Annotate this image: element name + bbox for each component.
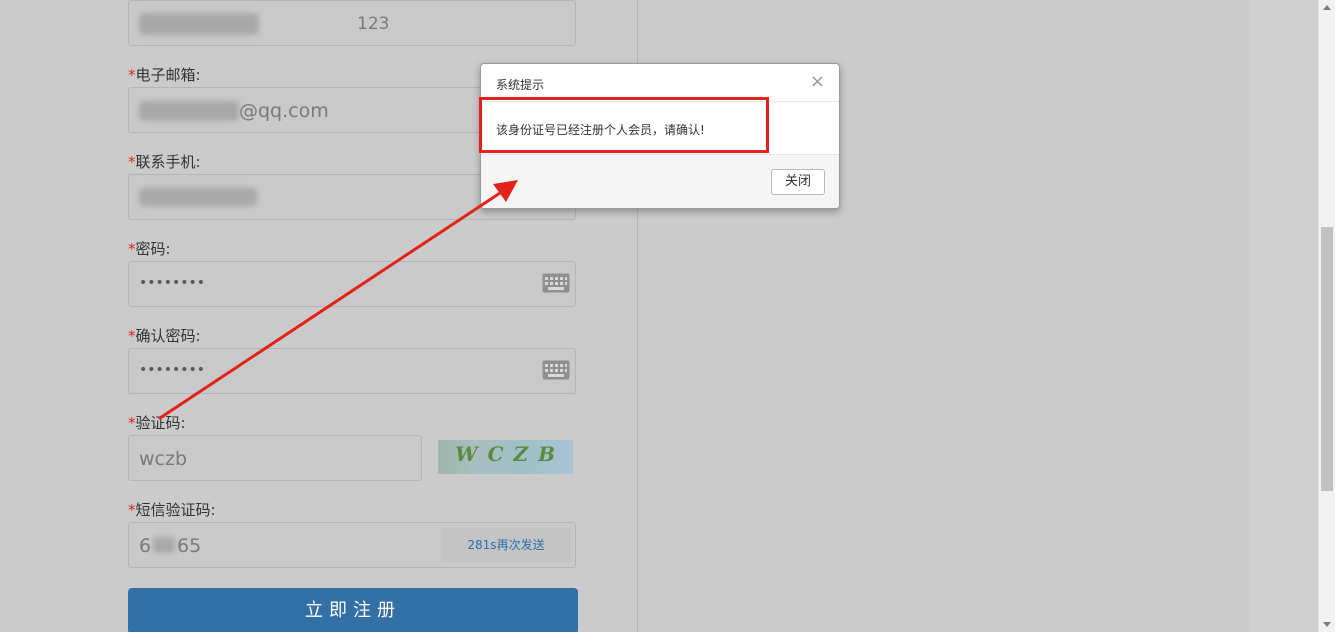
page-margin [1250, 0, 1318, 632]
dialog-title: 系统提示 [496, 78, 545, 92]
captcha-image-text: WCZB [455, 442, 565, 466]
username-input[interactable]: 123 [128, 0, 576, 46]
redacted-region [139, 101, 239, 121]
keyboard-icon[interactable] [542, 273, 570, 293]
sms-value-suffix: 65 [177, 535, 202, 557]
confirm-password-input[interactable]: •••••••• [128, 348, 576, 394]
resend-sms-button[interactable]: 281s再次发送 [441, 528, 571, 562]
confirm-password-value: •••••••• [139, 362, 206, 378]
confirm-password-label: *确认密码: [128, 327, 201, 345]
dialog-close-button[interactable]: 关闭 [771, 169, 825, 195]
phone-label: *联系手机: [128, 153, 201, 171]
close-icon[interactable]: × [810, 73, 825, 91]
captcha-input[interactable]: wczb [128, 435, 422, 481]
password-input[interactable]: •••••••• [128, 261, 576, 307]
sms-label: *短信验证码: [128, 501, 216, 519]
keyboard-icon[interactable] [542, 360, 570, 380]
captcha-value: wczb [139, 448, 188, 470]
scroll-up-arrow-icon[interactable] [1323, 5, 1331, 10]
page-scrollbar[interactable] [1318, 0, 1335, 632]
captcha-label: *验证码: [128, 414, 186, 432]
redacted-region [139, 188, 257, 206]
captcha-image[interactable]: WCZB [438, 440, 573, 474]
dialog-body: 该身份证号已经注册个人会员，请确认! [481, 102, 839, 154]
sms-value-prefix: 6 [139, 535, 152, 557]
email-value: @qq.com [239, 100, 329, 122]
dialog-header: 系统提示 × [481, 64, 839, 102]
email-label: *电子邮箱: [128, 66, 201, 84]
redacted-region [139, 13, 259, 35]
dialog-footer: 关闭 [481, 154, 839, 208]
register-submit-button[interactable]: 立即注册 [128, 588, 578, 632]
system-alert-dialog: 系统提示 × 该身份证号已经注册个人会员，请确认! 关闭 [480, 63, 840, 209]
scroll-down-arrow-icon[interactable] [1323, 622, 1331, 627]
redacted-region [153, 537, 175, 553]
password-label: *密码: [128, 240, 171, 258]
password-value: •••••••• [139, 275, 206, 291]
username-value: 123 [357, 14, 390, 34]
sms-code-input[interactable]: 6 65 281s再次发送 [128, 522, 576, 568]
dialog-message: 该身份证号已经注册个人会员，请确认! [496, 123, 705, 137]
browser-viewport: 123 *电子邮箱: @qq.com *联系手机: *密码: •••••••• … [0, 0, 1335, 632]
scroll-thumb[interactable] [1321, 227, 1333, 491]
